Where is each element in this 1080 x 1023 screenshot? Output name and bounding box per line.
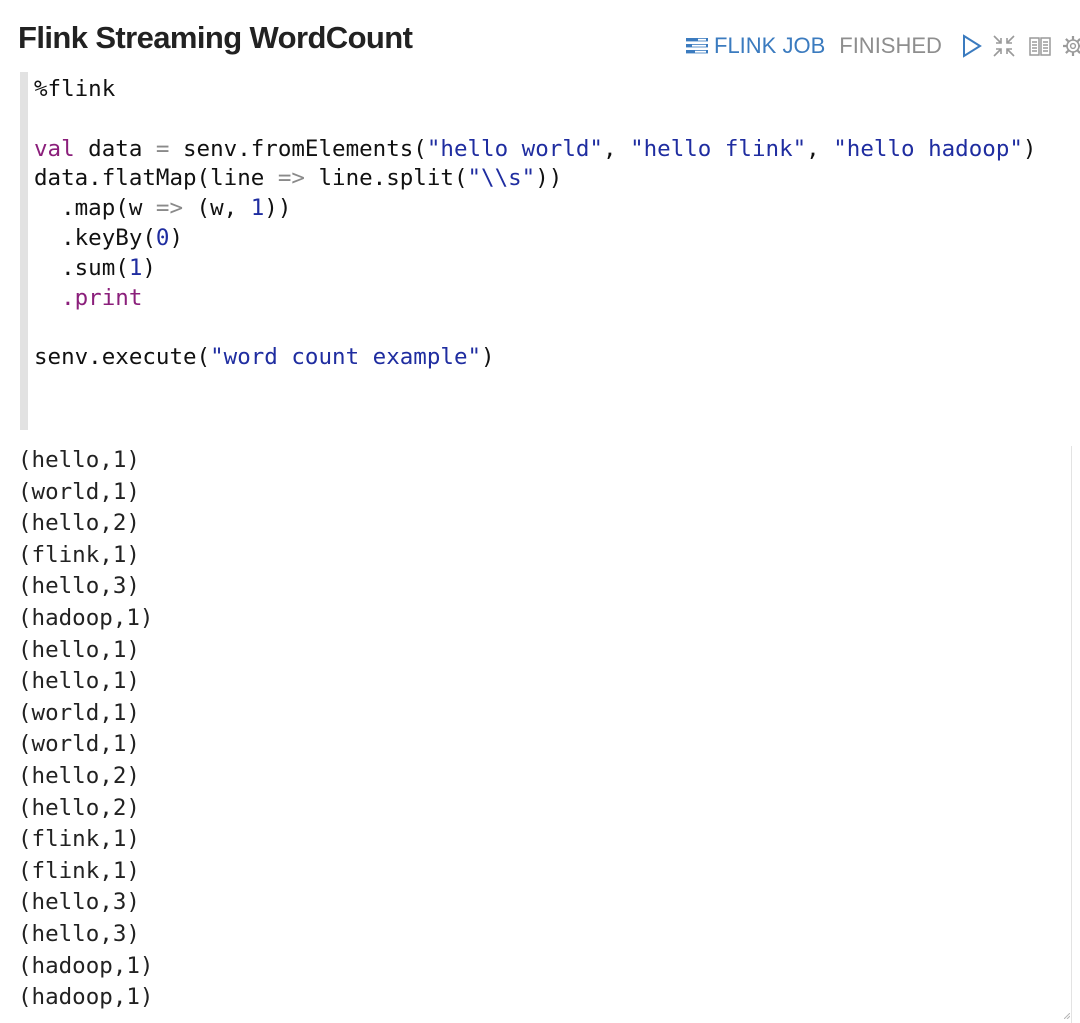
output-line: (hello,1) bbox=[18, 636, 140, 663]
code-string: "hello flink" bbox=[630, 135, 807, 162]
paragraph-output[interactable]: (hello,1) (world,1) (hello,2) (flink,1) … bbox=[0, 446, 1072, 1023]
code-string: "hello world" bbox=[426, 135, 603, 162]
code-string: "\\s" bbox=[467, 165, 536, 192]
collapse-button[interactable] bbox=[992, 34, 1016, 58]
code-token: data.flatMap(line bbox=[34, 165, 278, 192]
output-line: (hello,2) bbox=[18, 763, 140, 789]
code-keyword: val bbox=[34, 135, 75, 162]
output-line: (hello,3) bbox=[18, 573, 140, 600]
code-operator: => bbox=[277, 165, 305, 192]
code-token: ) bbox=[169, 224, 184, 251]
note-paragraph: Flink Streaming WordCount FLINK JOB FINI… bbox=[0, 0, 1080, 1023]
paragraph-title[interactable]: Flink Streaming WordCount bbox=[18, 20, 413, 56]
code-number: 1 bbox=[250, 195, 265, 222]
code-number: 0 bbox=[155, 224, 170, 251]
run-button[interactable] bbox=[962, 34, 982, 58]
code-string: "word count example" bbox=[210, 344, 482, 371]
book-icon bbox=[1029, 37, 1051, 56]
resize-handle-icon[interactable] bbox=[1064, 1013, 1070, 1019]
output-line: (hello,1) bbox=[18, 447, 140, 473]
tasks-list-icon bbox=[686, 38, 708, 54]
code-token: ) bbox=[142, 254, 156, 281]
status-label: FINISHED bbox=[839, 33, 942, 58]
settings-button[interactable] bbox=[1062, 35, 1080, 57]
output-line: (hadoop,1) bbox=[18, 952, 154, 979]
code-token: ) bbox=[1022, 135, 1037, 162]
code-token: .map(w bbox=[34, 195, 156, 222]
code-token: .sum( bbox=[34, 254, 129, 281]
gear-icon bbox=[1062, 36, 1080, 56]
code-number: 1 bbox=[128, 254, 143, 281]
output-line: (hadoop,1) bbox=[18, 605, 154, 631]
compress-icon bbox=[993, 35, 1015, 57]
code-text[interactable]: %flink val data = senv.fromElements("hel… bbox=[28, 72, 1080, 373]
code-token: )) bbox=[535, 165, 563, 192]
flink-job-label: FLINK JOB bbox=[714, 33, 826, 58]
code-interpreter-line: %flink bbox=[34, 76, 116, 102]
code-token: , bbox=[602, 135, 631, 162]
output-line: (world,1) bbox=[18, 478, 140, 505]
output-line: (world,1) bbox=[18, 731, 140, 758]
output-line: (flink,1) bbox=[18, 541, 140, 568]
code-keyword: .print bbox=[61, 284, 143, 311]
code-token: .keyBy( bbox=[34, 224, 156, 251]
output-line: (world,1) bbox=[18, 699, 140, 726]
output-line: (hello,2) bbox=[18, 510, 140, 537]
code-token: ) bbox=[481, 344, 495, 371]
code-string: "hello hadoop" bbox=[833, 135, 1023, 162]
code-editor[interactable]: %flink val data = senv.fromElements("hel… bbox=[20, 72, 1080, 430]
code-token: senv.execute( bbox=[34, 344, 211, 371]
book-button[interactable] bbox=[1028, 35, 1052, 57]
output-line: (hello,2) bbox=[18, 794, 140, 821]
code-token: senv.fromElements( bbox=[169, 135, 427, 162]
flink-job-link[interactable]: FLINK JOB bbox=[686, 33, 825, 59]
code-token: , bbox=[806, 135, 834, 162]
output-line: (hello,3) bbox=[18, 889, 140, 916]
code-token: (w, bbox=[183, 195, 251, 222]
output-line: (hadoop,1) bbox=[18, 984, 154, 1011]
paragraph-header: Flink Streaming WordCount FLINK JOB FINI… bbox=[0, 0, 1080, 70]
code-token: data bbox=[74, 135, 156, 162]
output-line: (flink,1) bbox=[18, 826, 140, 853]
play-icon bbox=[962, 34, 982, 58]
output-line: (flink,1) bbox=[18, 857, 140, 884]
code-token: )) bbox=[264, 195, 292, 222]
code-operator: => bbox=[155, 195, 184, 222]
code-operator: = bbox=[155, 135, 170, 162]
output-line: (hello,1) bbox=[18, 668, 140, 695]
code-token: line.split( bbox=[304, 165, 468, 192]
output-line: (hello,3) bbox=[18, 921, 140, 947]
paragraph-controls: FLINK JOB FINISHED bbox=[686, 32, 1080, 60]
